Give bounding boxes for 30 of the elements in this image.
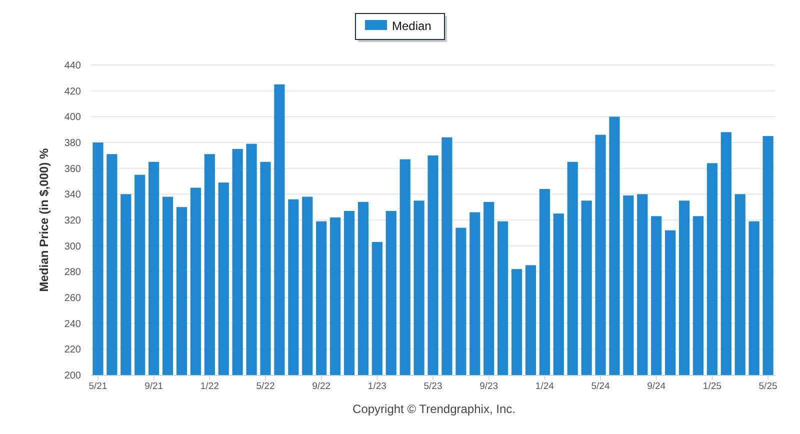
axis-tick-label: 340 (64, 190, 81, 201)
axis-title: Median Price (in $,000) % (37, 148, 51, 292)
axis-tick-label: 5/25 (758, 381, 778, 392)
axis-tick-label: 400 (64, 112, 81, 124)
axis-tick-label: 9/23 (480, 381, 498, 392)
axis-tick-label: 260 (64, 293, 81, 304)
axis-tick-label: 220 (64, 344, 81, 356)
axis-tick-label: 5/22 (256, 381, 275, 392)
axis-tick-label: 9/21 (144, 381, 164, 392)
legend-label: Median (392, 19, 432, 33)
axis-tick-label: 5/23 (424, 381, 442, 392)
axis-tick-label: 200 (64, 370, 81, 382)
axis-tick-label: 300 (64, 241, 81, 252)
axis-tick-label: 1/23 (368, 381, 386, 392)
axis-tick-label: 380 (64, 138, 81, 149)
axis-tick-label: 360 (64, 164, 81, 175)
axis-tick-label: 9/24 (647, 381, 666, 392)
axis-tick-label: 1/24 (535, 381, 554, 392)
axis-tick-label: 9/22 (312, 381, 331, 392)
axis-tick-label: 440 (64, 60, 81, 72)
copyright-text: Copyright © Trendgraphix, Inc. (352, 402, 516, 416)
axis-tick-label: 5/24 (591, 381, 610, 392)
legend-swatch (365, 20, 387, 30)
axis-tick-label: 5/21 (88, 381, 108, 392)
axis-tick-label: 420 (64, 86, 81, 98)
axis-tick-label: 240 (64, 318, 81, 330)
axis-tick-label: 1/25 (702, 381, 722, 392)
axis-tick-label: 1/22 (200, 381, 219, 392)
axis-tick-label: 280 (64, 267, 81, 278)
axis-tick-label: 320 (64, 216, 81, 226)
